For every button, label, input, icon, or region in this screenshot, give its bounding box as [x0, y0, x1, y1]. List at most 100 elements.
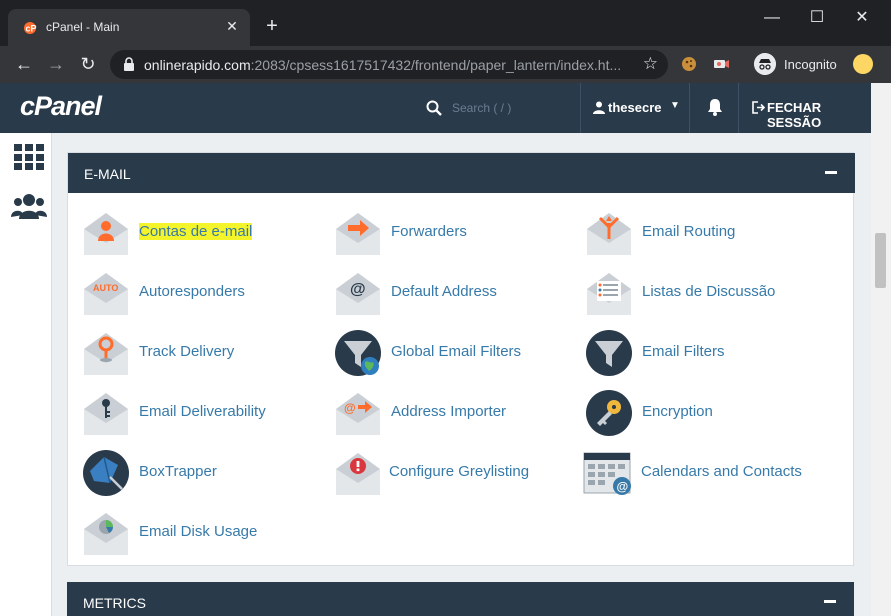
default-address-item[interactable]: @ Default Address: [334, 269, 534, 317]
scrollbar-thumb[interactable]: [875, 233, 886, 288]
email-routing-icon: [587, 213, 631, 255]
new-tab-button[interactable]: +: [262, 16, 282, 36]
metrics-panel-header[interactable]: METRICS: [67, 582, 854, 616]
greylisting-icon: [336, 453, 380, 495]
email-deliverability-item[interactable]: Email Deliverability: [82, 389, 302, 437]
maximize-button[interactable]: ☐: [807, 8, 827, 28]
boxtrapper-icon: [83, 450, 129, 496]
email-accounts-item[interactable]: Contas de e-mail: [82, 209, 282, 257]
global-filters-icon: [335, 330, 381, 376]
cpanel-header: cPanel Search ( / ) thesecre ▼ FECHAR SE…: [0, 83, 871, 133]
boxtrapper-item[interactable]: BoxTrapper: [82, 449, 282, 497]
notifications-button[interactable]: [689, 83, 738, 133]
svg-text:@: @: [617, 480, 629, 494]
item-label: Default Address: [391, 283, 497, 300]
item-label: Autoresponders: [139, 283, 245, 300]
logout-icon: [752, 101, 766, 114]
minimize-button[interactable]: —: [762, 8, 782, 28]
url-text: onlinerapido.com:2083/cpsess1617517432/f…: [144, 57, 621, 73]
track-delivery-item[interactable]: Track Delivery: [82, 329, 282, 377]
tab-strip: cP cPanel - Main ✕ + — ☐ ✕: [0, 0, 891, 46]
cpanel-logo[interactable]: cPanel: [20, 91, 102, 122]
user-menu[interactable]: thesecre ▼: [580, 83, 689, 133]
forward-arrow-icon[interactable]: →: [45, 53, 67, 75]
item-label: Encryption: [642, 403, 713, 420]
search-input[interactable]: Search ( / ): [452, 101, 511, 115]
address-importer-item[interactable]: @ Address Importer: [334, 389, 534, 437]
calendars-contacts-item[interactable]: @ Calendars and Contacts: [583, 449, 803, 497]
tab-title: cPanel - Main: [46, 20, 120, 34]
url-host: onlinerapido.com: [144, 57, 251, 73]
deliverability-icon: [84, 393, 128, 435]
collapse-icon[interactable]: [825, 171, 837, 174]
item-label: Contas de e-mail: [139, 223, 253, 240]
item-label: Listas de Discussão: [642, 283, 776, 300]
email-panel-title: E-MAIL: [84, 166, 131, 182]
email-panel-header[interactable]: E-MAIL: [68, 153, 855, 193]
email-accounts-icon: [84, 213, 128, 255]
disk-usage-icon: [84, 513, 128, 555]
item-label: Track Delivery: [139, 343, 235, 360]
browser-toolbar: ← → ↻ onlinerapido.com:2083/cpsess161751…: [0, 46, 891, 83]
browser-window: cP cPanel - Main ✕ + — ☐ ✕ ← → ↻ onliner…: [0, 0, 891, 616]
user-icon: [593, 101, 605, 114]
global-email-filters-item[interactable]: Global Email Filters: [334, 329, 554, 377]
svg-text:cP: cP: [26, 24, 37, 34]
calendars-icon: @: [583, 452, 631, 495]
collapse-icon[interactable]: [824, 600, 836, 603]
tab-close-icon[interactable]: ✕: [224, 18, 240, 35]
email-disk-usage-item[interactable]: Email Disk Usage: [82, 509, 282, 557]
search-icon: [426, 100, 442, 116]
lock-icon: [124, 57, 134, 71]
item-label: Calendars and Contacts: [641, 463, 802, 480]
cpanel-favicon-icon: cP: [24, 22, 37, 34]
incognito-indicator[interactable]: Incognito: [752, 51, 844, 77]
metrics-panel-title: METRICS: [83, 595, 146, 611]
item-label: Email Routing: [642, 223, 736, 240]
page-scrollbar[interactable]: [871, 83, 891, 616]
autoresponders-item[interactable]: AUTO Autoresponders: [82, 269, 282, 317]
item-label: Address Importer: [391, 403, 507, 420]
item-label: Global Email Filters: [391, 343, 522, 360]
encryption-item[interactable]: Encryption: [585, 389, 785, 437]
email-panel: E-MAIL Contas de e-mail Forwarders Email…: [67, 152, 855, 566]
sidebar: [0, 133, 52, 616]
recorder-extension-icon[interactable]: [711, 54, 731, 74]
encryption-icon: [586, 390, 632, 436]
forwarders-icon: [336, 213, 380, 255]
users-icon[interactable]: [11, 193, 47, 219]
svg-text:@: @: [344, 401, 356, 415]
email-filters-icon: [586, 330, 632, 376]
forwarders-item[interactable]: Forwarders: [334, 209, 534, 257]
item-label: Forwarders: [391, 223, 467, 240]
bookmark-star-icon[interactable]: ☆: [643, 54, 658, 74]
configure-greylisting-item[interactable]: Configure Greylisting: [334, 449, 554, 497]
item-label: Email Deliverability: [139, 403, 266, 420]
profile-avatar[interactable]: [853, 54, 873, 74]
email-routing-item[interactable]: Email Routing: [585, 209, 785, 257]
item-label: Configure Greylisting: [389, 463, 530, 480]
cookie-extension-icon[interactable]: [679, 54, 699, 74]
item-label: BoxTrapper: [139, 463, 217, 480]
back-arrow-icon[interactable]: ←: [13, 53, 35, 75]
cpanel-page: cPanel Search ( / ) thesecre ▼ FECHAR SE…: [0, 83, 871, 616]
incognito-label: Incognito: [784, 57, 837, 72]
track-delivery-icon: [84, 333, 128, 375]
browser-tab[interactable]: cP cPanel - Main ✕: [8, 9, 250, 46]
url-path: :2083/cpsess1617517432/frontend/paper_la…: [250, 57, 622, 73]
address-bar[interactable]: onlinerapido.com:2083/cpsess1617517432/f…: [110, 50, 668, 79]
svg-text:@: @: [350, 281, 366, 298]
reload-icon[interactable]: ↻: [77, 53, 99, 75]
default-address-icon: @: [336, 273, 380, 315]
caret-down-icon: ▼: [670, 100, 680, 111]
email-filters-item[interactable]: Email Filters: [585, 329, 785, 377]
incognito-icon: [754, 53, 776, 75]
logout-button[interactable]: FECHAR SESSÃO: [738, 83, 871, 133]
logout-label: FECHAR SESSÃO: [767, 100, 822, 130]
grid-icon[interactable]: [14, 144, 44, 170]
auto-badge: AUTO: [93, 283, 118, 293]
item-label: Email Disk Usage: [139, 523, 258, 540]
mailing-lists-item[interactable]: Listas de Discussão: [585, 269, 785, 317]
close-window-button[interactable]: ✕: [852, 8, 872, 28]
search-box[interactable]: Search ( / ): [420, 83, 580, 133]
